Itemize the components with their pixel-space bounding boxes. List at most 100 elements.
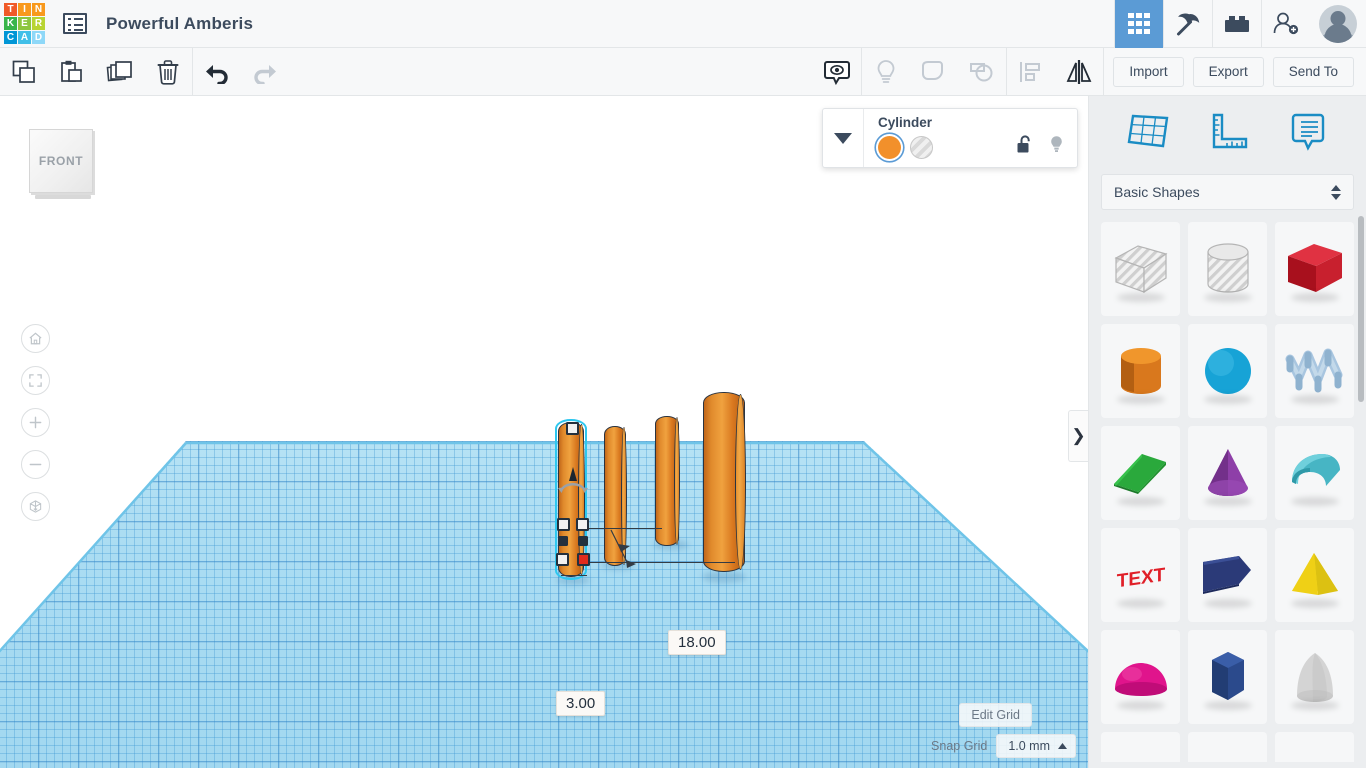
solid-swatch[interactable] — [878, 136, 901, 159]
cylinder-rim — [735, 393, 746, 571]
note-icon[interactable] — [1280, 108, 1336, 156]
shapes-scrollbar-thumb[interactable] — [1358, 216, 1364, 402]
dimension-label[interactable]: 3.00 — [556, 691, 606, 716]
add-user-icon[interactable] — [1261, 0, 1310, 48]
fit-view-icon[interactable] — [21, 366, 50, 395]
scribble-icon — [1285, 348, 1342, 393]
shape-tile-empty[interactable] — [1101, 732, 1180, 762]
box-icon — [1287, 244, 1342, 292]
top-bar-right — [1114, 0, 1366, 48]
brick-icon[interactable] — [1212, 0, 1261, 48]
text-icon: TEXT — [1116, 565, 1165, 593]
sphere-icon — [1204, 348, 1251, 394]
shape-tile-yellow-pyramid[interactable] — [1275, 528, 1354, 622]
toolbar-divider — [1103, 48, 1105, 95]
view-cube[interactable]: FRONT — [29, 129, 96, 199]
panel-tabs — [1089, 96, 1366, 168]
export-button[interactable]: Export — [1192, 56, 1264, 87]
cone-icon — [1207, 449, 1248, 496]
shape-tile-grey-paraboloid[interactable] — [1275, 630, 1354, 724]
shape-tile-orange-cylinder[interactable] — [1101, 324, 1180, 418]
shape-tile-magenta-halfsphere[interactable] — [1101, 630, 1180, 724]
shape-tile-empty[interactable] — [1188, 732, 1267, 762]
ruler-icon[interactable] — [1199, 108, 1255, 156]
copy-icon[interactable] — [0, 48, 48, 95]
cylinder-icon — [1120, 348, 1161, 394]
height-handle[interactable] — [577, 553, 590, 566]
unlock-icon[interactable] — [1016, 135, 1032, 159]
logo-letter: I — [18, 3, 31, 16]
shapes-panel: Basic Shapes TEXT — [1088, 96, 1366, 768]
shape-tile-blue-sphere[interactable] — [1188, 324, 1267, 418]
top-bar: T I N K E R C A D Powerful Amberis — [0, 0, 1366, 48]
shape-library-select[interactable]: Basic Shapes — [1101, 174, 1354, 210]
polygon-icon — [1202, 556, 1251, 594]
resize-handle[interactable] — [557, 518, 570, 531]
tinkercad-app: T I N K E R C A D Powerful Amberis Impor… — [0, 0, 1366, 768]
resize-handle[interactable] — [578, 536, 588, 546]
dimension-label[interactable]: 18.00 — [668, 630, 726, 655]
shape-tile-red-text[interactable]: TEXT — [1101, 528, 1180, 622]
rotate-handle[interactable] — [556, 467, 590, 497]
import-button[interactable]: Import — [1113, 56, 1184, 87]
snap-grid-select[interactable]: 1.0 mm — [996, 734, 1076, 758]
inspector-body: Cylinder — [864, 109, 1077, 167]
shape-tile-scribble[interactable] — [1275, 324, 1354, 418]
delete-icon[interactable] — [144, 48, 192, 95]
show-hide-icon[interactable] — [813, 48, 861, 95]
designs-list-button[interactable] — [61, 10, 89, 38]
zoom-in-icon[interactable] — [21, 408, 50, 437]
hexagonal-prism-icon — [1211, 652, 1244, 700]
lightbulb-icon[interactable] — [862, 48, 910, 95]
shape-inspector-panel: Cylinder — [822, 108, 1078, 168]
resize-handle[interactable] — [556, 553, 569, 566]
shape-tile-hole-box[interactable] — [1101, 222, 1180, 316]
pickaxe-icon[interactable] — [1163, 0, 1212, 48]
shape-grid: TEXT — [1089, 222, 1366, 762]
collapse-panel-button[interactable]: ❯ — [1068, 410, 1088, 462]
shape-tile-red-box[interactable] — [1275, 222, 1354, 316]
stepper-arrows-icon — [1331, 184, 1341, 200]
inspector-collapse-button[interactable] — [823, 109, 863, 167]
group-icon[interactable] — [910, 48, 958, 95]
inspector-actions — [1016, 135, 1064, 159]
workplane-icon[interactable] — [1119, 108, 1175, 156]
lightbulb-icon[interactable] — [1049, 135, 1064, 159]
undo-icon[interactable] — [193, 48, 241, 95]
duplicate-icon[interactable] — [96, 48, 144, 95]
shape-tile-empty[interactable] — [1275, 732, 1354, 762]
shape-tile-blue-polygon[interactable] — [1188, 528, 1267, 622]
roof-icon — [1113, 454, 1166, 494]
hole-box-icon — [1114, 245, 1167, 294]
paste-icon[interactable] — [48, 48, 96, 95]
resize-handle[interactable] — [566, 422, 579, 435]
design-canvas[interactable]: FRONT 18.00 3.00 Edit Grid Snap Grid 1.0… — [0, 96, 1088, 768]
resize-handle[interactable] — [558, 536, 568, 546]
ungroup-icon[interactable] — [958, 48, 1006, 95]
avatar[interactable] — [1310, 0, 1366, 48]
align-icon[interactable] — [1007, 48, 1055, 95]
workplane[interactable] — [0, 441, 1088, 768]
edit-grid-button[interactable]: Edit Grid — [959, 703, 1032, 727]
view-cube-face-label: FRONT — [29, 129, 93, 193]
resize-handle[interactable] — [576, 518, 589, 531]
send-to-button[interactable]: Send To — [1272, 56, 1354, 87]
apps-grid-icon[interactable] — [1114, 0, 1163, 48]
tinkercad-logo[interactable]: T I N K E R C A D — [4, 3, 45, 44]
shape-tile-blue-hexprism[interactable] — [1188, 630, 1267, 724]
snap-grid-label: Snap Grid — [931, 739, 988, 753]
shape-name: Cylinder — [878, 115, 933, 130]
logo-letter: D — [32, 31, 45, 44]
hole-swatch[interactable] — [910, 136, 933, 159]
shape-tile-green-roof[interactable] — [1101, 426, 1180, 520]
logo-letter: R — [32, 17, 45, 30]
redo-icon[interactable] — [241, 48, 289, 95]
shape-tile-purple-cone[interactable] — [1188, 426, 1267, 520]
logo-letter: T — [4, 3, 17, 16]
mirror-icon[interactable] — [1055, 48, 1103, 95]
view-cube-base — [35, 195, 91, 199]
home-view-icon[interactable] — [21, 324, 50, 353]
shape-tile-teal-tube[interactable] — [1275, 426, 1354, 520]
shape-tile-hole-cylinder[interactable] — [1188, 222, 1267, 316]
logo-letter: N — [32, 3, 45, 16]
